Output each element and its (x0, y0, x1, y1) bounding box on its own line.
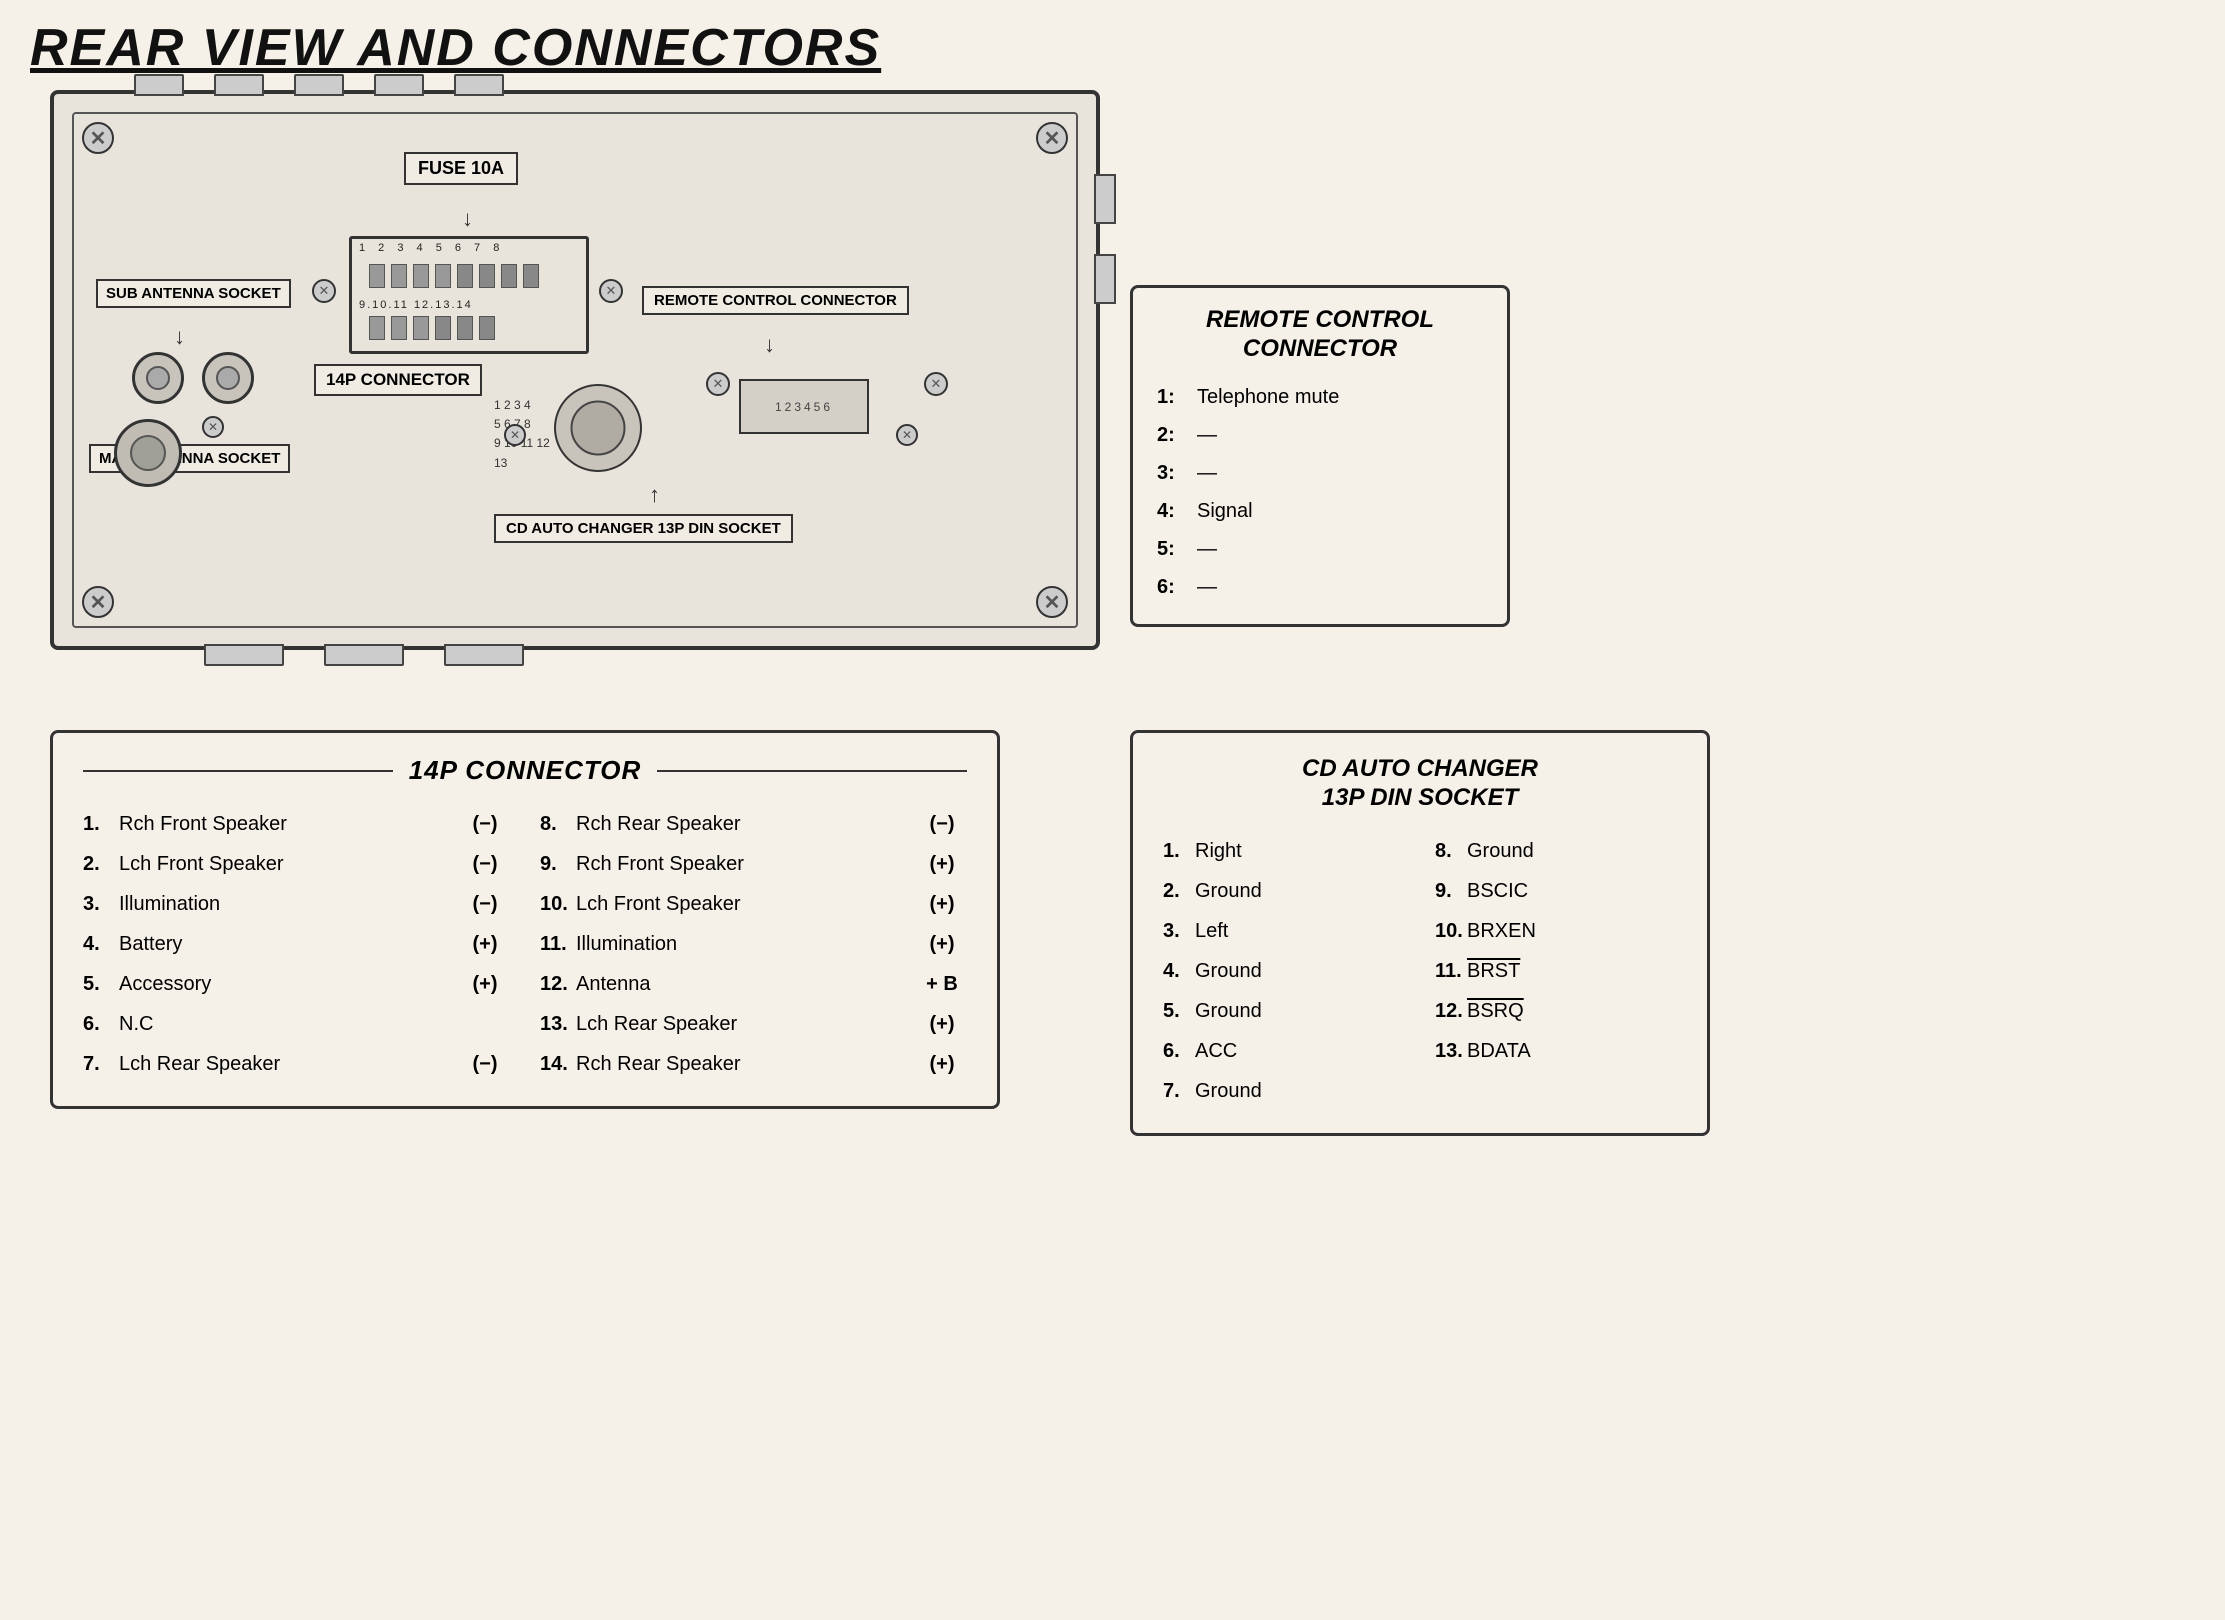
right-tab (1094, 174, 1116, 224)
cd-row: 7.Ground (1163, 1071, 1405, 1111)
cd-row: 13.BDATA (1435, 1031, 1677, 1071)
connector-row: 6.N.C (83, 1004, 510, 1044)
remote-item: 6:— (1157, 568, 1483, 606)
cd-row: 11.BRST (1435, 951, 1677, 991)
cd-row: 8.Ground (1435, 831, 1677, 871)
screw-cddin-right: ✕ (896, 424, 918, 446)
sub-antenna-arrow: ↓ (174, 324, 185, 350)
cd-row: 6.ACC (1163, 1031, 1405, 1071)
connector-row: 10.Lch Front Speaker(+) (540, 884, 967, 924)
cd-row: 4.Ground (1163, 951, 1405, 991)
fuse-label: FUSE 10A (404, 152, 518, 185)
cd-din-socket (554, 384, 642, 472)
right-tab (1094, 254, 1116, 304)
connector-14p-section: 14P CONNECTOR 1.Rch Front Speaker(−)2.Lc… (50, 730, 1000, 1109)
remote-item: 4:Signal (1157, 492, 1483, 530)
connector-14p-label: 14P CONNECTOR (314, 364, 482, 396)
screw-bottom-left (82, 586, 114, 618)
cd-row: 9.BSCIC (1435, 871, 1677, 911)
cd-changer-left-col: 1.Right2.Ground3.Left4.Ground5.Ground6.A… (1163, 831, 1405, 1111)
device-diagram: FUSE 10A ↓ 1 2 3 4 5 6 7 8 9.10.11 12.13… (50, 90, 1100, 650)
bottom-tab (444, 644, 524, 666)
top-tab (214, 74, 264, 96)
screw-14p-left: ✕ (312, 279, 336, 303)
screw-remote-right: ✕ (924, 372, 948, 396)
cd-row: 12.BSRQ (1435, 991, 1677, 1031)
connector-14p-grid: 1.Rch Front Speaker(−)2.Lch Front Speake… (83, 804, 967, 1084)
connector-row: 11.Illumination(+) (540, 924, 967, 964)
connector-14p-title-line: 14P CONNECTOR (83, 755, 967, 786)
main-antenna-circle (114, 419, 182, 487)
top-tab (294, 74, 344, 96)
connector-row: 1.Rch Front Speaker(−) (83, 804, 510, 844)
remote-items-list: 1:Telephone mute2:—3:—4:Signal5:—6:— (1157, 378, 1483, 606)
connector-row: 2.Lch Front Speaker(−) (83, 844, 510, 884)
remote-arrow: ↓ (764, 332, 775, 358)
connector-14p-left-col: 1.Rch Front Speaker(−)2.Lch Front Speake… (83, 804, 510, 1084)
top-tab (454, 74, 504, 96)
bottom-tab (324, 644, 404, 666)
cd-changer-arrow: ↑ (649, 482, 660, 508)
cd-row: 1.Right (1163, 831, 1405, 871)
cd-changer-right-col: 8.Ground9.BSCIC10.BRXEN11.BRST12.BSRQ13.… (1435, 831, 1677, 1111)
screw-top-left (82, 122, 114, 154)
top-tab (374, 74, 424, 96)
connector-14p-outline (349, 236, 589, 354)
remote-item: 5:— (1157, 530, 1483, 568)
cd-changer-section: CD AUTO CHANGER 13P DIN SOCKET 1.Right2.… (1130, 730, 1710, 1136)
connector-row: 8.Rch Rear Speaker(−) (540, 804, 967, 844)
remote-item: 3:— (1157, 454, 1483, 492)
connector-row: 14.Rch Rear Speaker(+) (540, 1044, 967, 1084)
cd-changer-grid: 1.Right2.Ground3.Left4.Ground5.Ground6.A… (1163, 831, 1677, 1111)
remote-item: 1:Telephone mute (1157, 378, 1483, 416)
remote-info-title: REMOTE CONTROL CONNECTOR (1157, 306, 1483, 364)
antenna-circle-1 (132, 352, 184, 404)
bottom-tab (204, 644, 284, 666)
screw-14p-right: ✕ (599, 279, 623, 303)
cd-row: 10.BRXEN (1435, 911, 1677, 951)
antenna-circle-2 (202, 352, 254, 404)
screw-bottom-right (1036, 586, 1068, 618)
sub-antenna-label: SUB ANTENNA SOCKET (96, 279, 291, 308)
screw-top-right (1036, 122, 1068, 154)
connector-row: 4.Battery(+) (83, 924, 510, 964)
connector-14p-right-col: 8.Rch Rear Speaker(−)9.Rch Front Speaker… (540, 804, 967, 1084)
connector-row: 5.Accessory(+) (83, 964, 510, 1004)
connector-14p-title: 14P CONNECTOR (393, 755, 658, 786)
screw-remote-left: ✕ (706, 372, 730, 396)
connector-row: 13.Lch Rear Speaker(+) (540, 1004, 967, 1044)
page-title: REAR VIEW AND CONNECTORS (30, 18, 881, 78)
right-tabs (1094, 174, 1116, 304)
connector-row: 12.Antenna+ B (540, 964, 967, 1004)
remote-item: 2:— (1157, 416, 1483, 454)
cd-row: 5.Ground (1163, 991, 1405, 1031)
screw-cddin-left: ✕ (504, 424, 526, 446)
cd-row: 3.Left (1163, 911, 1405, 951)
bottom-tabs (204, 644, 524, 666)
connector-row: 9.Rch Front Speaker(+) (540, 844, 967, 884)
fuse-arrow: ↓ (462, 206, 473, 232)
remote-6pin-block: 123456 (739, 379, 869, 434)
cd-row: 2.Ground (1163, 871, 1405, 911)
screw-antenna: ✕ (202, 416, 224, 438)
top-tabs (134, 74, 504, 96)
connector-row: 7.Lch Rear Speaker(−) (83, 1044, 510, 1084)
top-tab (134, 74, 184, 96)
cd-changer-diag-label: CD AUTO CHANGER 13P DIN SOCKET (494, 514, 793, 543)
connector-row: 3.Illumination(−) (83, 884, 510, 924)
cd-changer-title: CD AUTO CHANGER 13P DIN SOCKET (1163, 755, 1677, 813)
remote-diag-label: REMOTE CONTROL CONNECTOR (642, 286, 909, 315)
remote-control-info-box: REMOTE CONTROL CONNECTOR 1:Telephone mut… (1130, 285, 1510, 627)
